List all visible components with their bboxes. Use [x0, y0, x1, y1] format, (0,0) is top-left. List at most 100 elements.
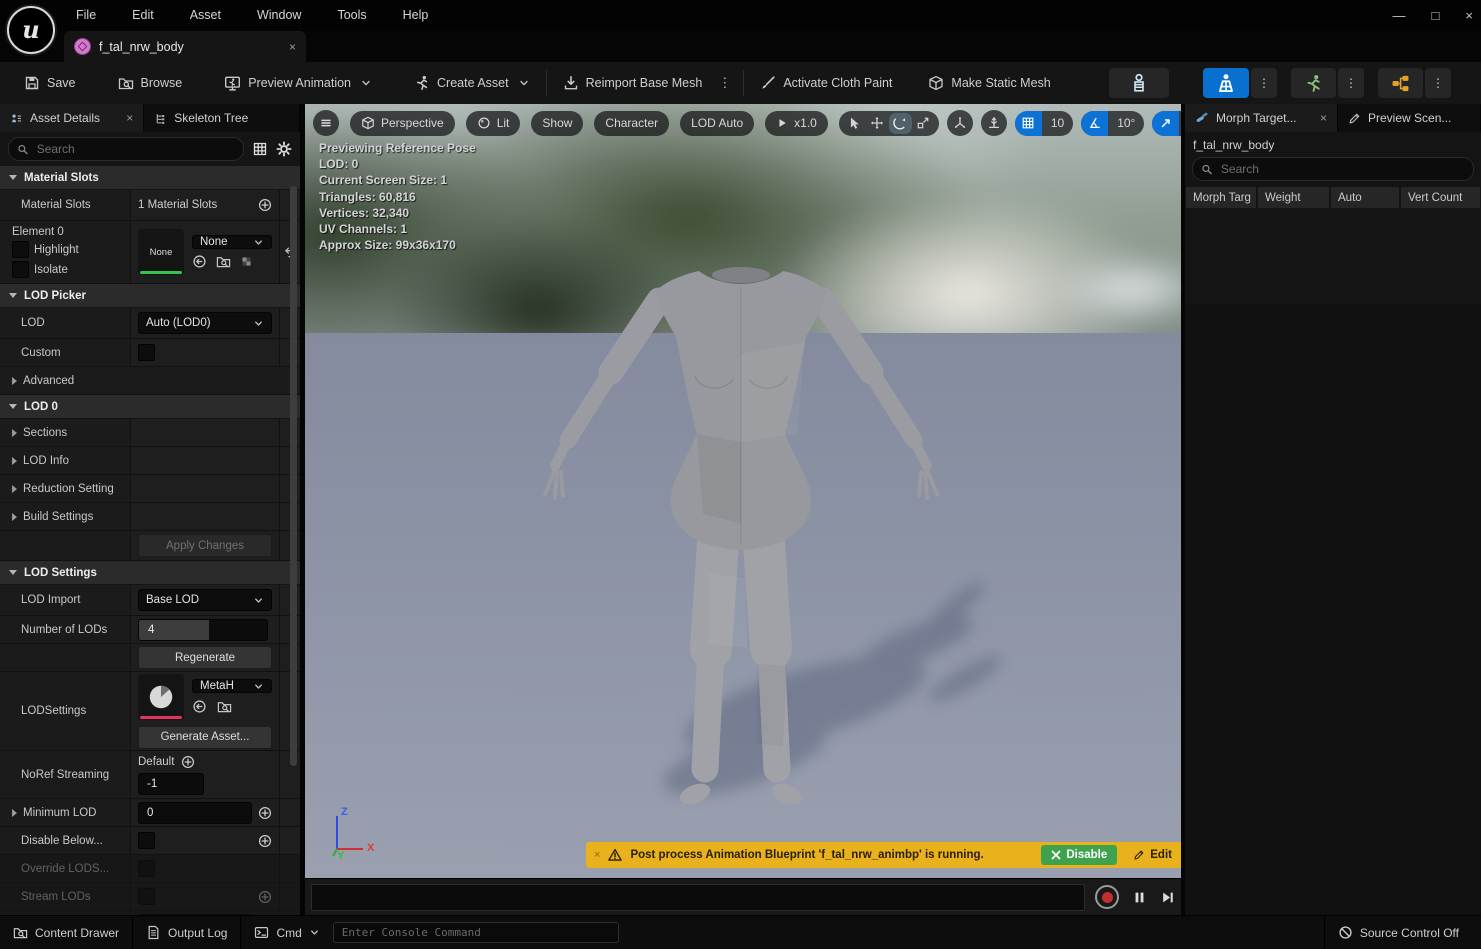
stream-lods-checkbox[interactable]	[138, 888, 155, 905]
document-tab[interactable]: f_tal_nrw_body ×	[64, 31, 306, 62]
lod-auto-dropdown[interactable]: LOD Auto	[680, 111, 754, 136]
scale-snap-control[interactable]: 0.25	[1152, 111, 1181, 136]
menu-asset[interactable]: Asset	[176, 4, 235, 26]
apply-changes-button[interactable]: Apply Changes	[138, 534, 272, 557]
warning-dismiss-icon[interactable]: ×	[594, 849, 600, 861]
animation-editor-kebab[interactable]: ⋮	[1338, 68, 1364, 98]
add-per-platform-icon[interactable]	[258, 834, 272, 848]
menu-edit[interactable]: Edit	[118, 4, 168, 26]
section-lod0[interactable]: LOD 0	[0, 395, 300, 419]
morph-search[interactable]	[1192, 157, 1474, 181]
custom-checkbox[interactable]	[138, 344, 155, 361]
activate-cloth-paint-button[interactable]: Activate Cloth Paint	[750, 68, 902, 98]
mesh-editor-kebab[interactable]: ⋮	[1251, 68, 1277, 98]
create-asset-button[interactable]: Create Asset	[404, 68, 540, 98]
close-button[interactable]: ×	[1465, 8, 1473, 23]
override-lods-checkbox[interactable]	[138, 860, 155, 877]
content-drawer-button[interactable]: Content Drawer	[0, 916, 132, 949]
tab-morph-targets[interactable]: Morph Target... ×	[1185, 104, 1338, 132]
row-lod-info[interactable]: LOD Info	[0, 447, 300, 475]
menu-tools[interactable]: Tools	[323, 4, 380, 26]
add-material-slot-icon[interactable]	[258, 198, 272, 212]
show-dropdown[interactable]: Show	[531, 111, 583, 136]
preview-animation-button[interactable]: Preview Animation	[214, 68, 382, 98]
rotate-tool-button[interactable]	[889, 113, 912, 134]
checker-icon[interactable]	[240, 255, 253, 268]
reimport-options-kebab[interactable]: ⋮	[712, 75, 737, 91]
minimum-lod-input[interactable]: 0	[138, 802, 252, 824]
minimize-button[interactable]: —	[1393, 8, 1406, 23]
tab-skeleton-tree[interactable]: Skeleton Tree	[144, 104, 300, 132]
timeline-scrubber[interactable]	[311, 884, 1085, 911]
section-lod-settings[interactable]: LOD Settings	[0, 561, 300, 585]
display-mode-icon[interactable]	[252, 141, 268, 157]
section-lod-picker[interactable]: LOD Picker	[0, 284, 300, 308]
use-selected-asset-icon[interactable]	[192, 254, 207, 269]
playback-speed-button[interactable]: x1.0	[765, 111, 828, 136]
column-morph-target[interactable]: Morph Targ	[1186, 187, 1256, 208]
record-button[interactable]	[1095, 885, 1119, 909]
row-sections[interactable]: Sections	[0, 419, 300, 447]
add-per-platform-icon[interactable]	[258, 806, 272, 820]
preview-viewport[interactable]: Perspective Lit Show Character LOD Auto …	[305, 104, 1181, 878]
coordinate-system-button[interactable]	[947, 110, 973, 136]
character-dropdown[interactable]: Character	[594, 111, 669, 136]
disable-below-checkbox[interactable]	[138, 832, 155, 849]
use-selected-asset-icon[interactable]	[192, 699, 207, 714]
menu-window[interactable]: Window	[243, 4, 315, 26]
tab-asset-details[interactable]: Asset Details ×	[0, 104, 144, 132]
translate-tool-button[interactable]	[866, 113, 889, 134]
cmd-selector[interactable]: Cmd	[241, 916, 332, 949]
tab-close-icon[interactable]: ×	[1320, 111, 1327, 125]
lod-select[interactable]: Auto (LOD0)	[138, 312, 272, 334]
tab-preview-scene[interactable]: Preview Scen...	[1338, 104, 1481, 132]
row-advanced[interactable]: Advanced	[0, 367, 300, 395]
row-reduction-settings[interactable]: Reduction Setting	[0, 475, 300, 503]
console-command-input[interactable]	[333, 922, 619, 943]
column-weight[interactable]: Weight	[1258, 187, 1329, 208]
isolate-checkbox[interactable]	[12, 261, 29, 278]
output-log-button[interactable]: Output Log	[133, 916, 240, 949]
reimport-base-mesh-button[interactable]: Reimport Base Mesh	[553, 68, 713, 98]
menu-file[interactable]: File	[62, 4, 110, 26]
source-control-button[interactable]: Source Control Off	[1325, 916, 1481, 949]
generate-asset-button[interactable]: Generate Asset...	[138, 726, 272, 749]
section-material-slots[interactable]: Material Slots	[0, 166, 300, 190]
blueprint-editor-button[interactable]	[1378, 68, 1423, 98]
column-auto[interactable]: Auto	[1331, 187, 1399, 208]
pause-button[interactable]	[1132, 890, 1147, 905]
maximize-button[interactable]: □	[1432, 8, 1440, 23]
add-per-platform-icon[interactable]	[258, 890, 272, 904]
unreal-logo[interactable]: u	[7, 6, 55, 54]
save-button[interactable]: Save	[14, 68, 86, 98]
step-forward-button[interactable]	[1160, 890, 1175, 905]
row-build-settings[interactable]: Build Settings	[0, 503, 300, 531]
lodsettings-select[interactable]: MetaH	[192, 679, 272, 693]
details-search[interactable]	[8, 137, 244, 161]
settings-gear-icon[interactable]	[276, 141, 292, 157]
edit-postprocess-button[interactable]: Edit	[1125, 849, 1180, 861]
tab-close-icon[interactable]: ×	[126, 111, 133, 125]
morph-search-input[interactable]	[1219, 161, 1465, 177]
number-of-lods-input[interactable]: 4	[138, 619, 268, 641]
browse-to-asset-icon[interactable]	[217, 699, 232, 714]
grid-snap-control[interactable]: 10	[1015, 111, 1073, 136]
regenerate-button[interactable]: Regenerate	[138, 646, 272, 669]
disable-postprocess-button[interactable]: Disable	[1041, 845, 1117, 865]
noref-streaming-input[interactable]: -1	[138, 773, 204, 795]
add-override-icon[interactable]	[181, 755, 195, 769]
scale-tool-button[interactable]	[912, 113, 935, 134]
mesh-editor-button[interactable]	[1203, 68, 1249, 98]
lit-mode-dropdown[interactable]: Lit	[466, 111, 521, 136]
menu-help[interactable]: Help	[389, 4, 443, 26]
viewport-menu-button[interactable]	[313, 110, 339, 136]
highlight-checkbox[interactable]	[12, 241, 29, 258]
rotation-snap-control[interactable]: 10°	[1081, 111, 1144, 136]
select-tool-button[interactable]	[843, 113, 866, 134]
column-vert-count[interactable]: Vert Count	[1401, 187, 1480, 208]
material-select[interactable]: None	[192, 235, 272, 249]
blueprint-editor-kebab[interactable]: ⋮	[1425, 68, 1451, 98]
lodsettings-thumbnail[interactable]	[138, 674, 184, 720]
tab-close-icon[interactable]: ×	[289, 40, 296, 54]
make-static-mesh-button[interactable]: Make Static Mesh	[918, 68, 1060, 98]
